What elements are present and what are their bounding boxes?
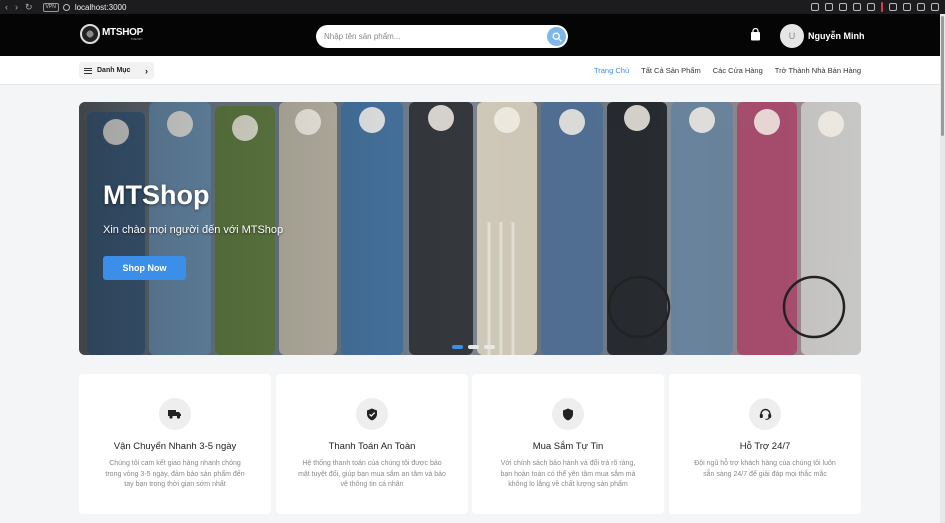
banner-title: MTShop — [103, 180, 210, 210]
feature-card-shipping: Vận Chuyển Nhanh 3-5 ngày Chúng tôi cam … — [79, 374, 271, 514]
feature-description: Đội ngũ hỗ trợ khách hàng của chúng tôi … — [694, 460, 836, 478]
forward-icon[interactable]: › — [15, 2, 18, 13]
shop-now-button[interactable]: Shop Now — [103, 256, 186, 280]
feature-description: Chúng tôi cam kết giao hàng nhanh chóng … — [105, 460, 245, 488]
battery-icon[interactable] — [917, 3, 925, 11]
carousel-dots — [452, 345, 495, 349]
download-icon[interactable] — [903, 3, 911, 11]
user-name[interactable]: Nguyễn Minh — [808, 31, 865, 41]
nav-link-home[interactable]: Trang Chủ — [594, 66, 629, 75]
carousel-dot[interactable] — [484, 345, 495, 349]
browser-toolbar: ‹ › ↻ VPN localhost:3000 — [0, 0, 945, 14]
truck-icon — [168, 410, 181, 419]
feature-icon-wrapper — [356, 398, 388, 430]
nav-link-stores[interactable]: Các Cửa Hàng — [713, 66, 763, 75]
send-icon[interactable] — [853, 3, 861, 11]
globe-icon — [62, 3, 70, 11]
chevron-right-icon: › — [145, 65, 148, 76]
cube-icon[interactable] — [889, 3, 897, 11]
vpn-badge[interactable]: VPN — [42, 2, 59, 12]
feature-icon-wrapper — [749, 398, 781, 430]
camera-icon[interactable] — [825, 3, 833, 11]
shopping-bag-icon[interactable] — [750, 28, 761, 41]
feature-card-support: Hỗ Trợ 24/7 Đội ngũ hỗ trợ khách hàng củ… — [669, 374, 861, 514]
feature-card-confidence: Mua Sắm Tự Tin Với chính sách bảo hành v… — [472, 374, 664, 514]
search-icon — [552, 32, 562, 42]
extensions-toolbar — [811, 2, 939, 12]
feature-title: Thanh Toán An Toàn — [328, 441, 416, 452]
banner-subtitle: Xin chào mọi người đến với MTShop — [103, 224, 284, 236]
site-header: MTSHOP TRENDY U Nguyễn Minh — [0, 14, 940, 56]
feature-description: Hệ thống thanh toán của chúng tôi được b… — [298, 460, 446, 488]
heart-icon[interactable] — [867, 3, 875, 11]
search-input[interactable] — [324, 29, 544, 44]
carousel-dot[interactable] — [452, 345, 463, 349]
search-button[interactable] — [547, 27, 566, 46]
feature-title: Hỗ Trợ 24/7 — [739, 441, 791, 452]
search-bar — [316, 25, 568, 48]
feature-description: Với chính sách bảo hành và đổi trả rõ rà… — [500, 460, 636, 488]
feature-card-payment: Thanh Toán An Toàn Hệ thống thanh toán c… — [276, 374, 468, 514]
scrollbar-thumb[interactable] — [941, 16, 944, 136]
back-icon[interactable]: ‹ — [5, 2, 8, 13]
feature-title: Vận Chuyển Nhanh 3-5 ngày — [113, 441, 237, 452]
avatar[interactable]: U — [780, 24, 804, 48]
record-icon[interactable] — [839, 3, 847, 11]
shield-check-icon — [367, 408, 377, 420]
menu-icon[interactable] — [931, 3, 939, 11]
page-scrollbar[interactable] — [940, 14, 945, 523]
hero-banner: MTShop Xin chào mọi người đến với MTShop… — [79, 102, 861, 355]
divider — [881, 2, 883, 12]
nav-link-all-products[interactable]: Tất Cả Sản Phẩm — [641, 66, 701, 75]
logo-emblem-icon — [80, 24, 100, 44]
feature-title: Mua Sắm Tự Tin — [532, 441, 604, 452]
reload-icon[interactable]: ↻ — [25, 2, 33, 13]
carousel-dot[interactable] — [468, 345, 479, 349]
hamburger-icon — [84, 67, 92, 74]
main-nav: Danh Mục › Trang Chủ Tất Cả Sản Phẩm Các… — [0, 56, 940, 85]
category-menu-button[interactable]: Danh Mục › — [79, 62, 154, 79]
nav-links: Trang Chủ Tất Cả Sản Phẩm Các Cửa Hàng T… — [594, 66, 861, 75]
logo-subtext: TRENDY — [130, 36, 143, 41]
logo[interactable]: MTSHOP TRENDY — [80, 24, 143, 44]
feature-icon-wrapper — [552, 398, 584, 430]
logo-text: MTSHOP — [102, 26, 143, 38]
address-bar[interactable]: localhost:3000 — [75, 3, 127, 12]
category-label: Danh Mục — [97, 67, 131, 74]
headset-icon — [759, 408, 771, 420]
nav-link-become-seller[interactable]: Trở Thành Nhà Bán Hàng — [775, 66, 861, 75]
shield-icon — [563, 408, 573, 420]
extension-icon[interactable] — [811, 3, 819, 11]
feature-icon-wrapper — [159, 398, 191, 430]
